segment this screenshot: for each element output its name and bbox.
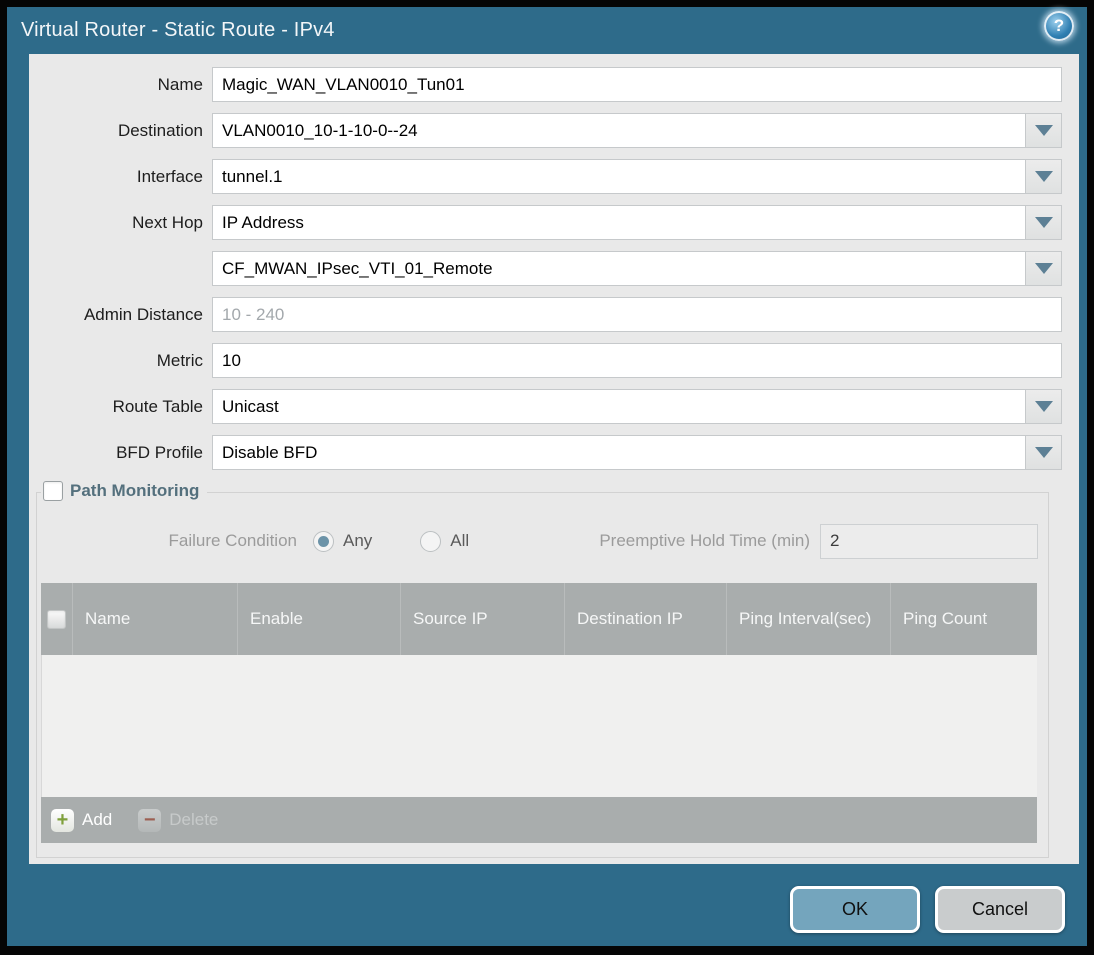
help-icon[interactable]: ? — [1044, 11, 1074, 41]
failure-condition-all-label: All — [450, 531, 470, 550]
metric-label: Metric — [156, 350, 203, 370]
form-row-route-table: Route Table — [29, 389, 1062, 424]
plus-icon: + — [51, 808, 74, 832]
column-header-name[interactable]: Name — [73, 583, 238, 655]
destination-label: Destination — [117, 120, 203, 140]
path-monitoring-section: Path Monitoring Failure Condition Any Al… — [36, 481, 1049, 858]
route-table-dropdown-button[interactable] — [1026, 389, 1062, 424]
chevron-down-icon — [1034, 125, 1053, 136]
admin-distance-input[interactable] — [212, 297, 1062, 332]
admin-distance-label: Admin Distance — [83, 304, 203, 324]
add-button[interactable]: + Add — [51, 808, 113, 832]
minus-icon: − — [138, 808, 162, 832]
form-row-next-hop-address — [29, 251, 1062, 286]
next-hop-address-input[interactable] — [212, 251, 1026, 286]
path-monitoring-options-row: Failure Condition Any All Preemptive Hol… — [37, 523, 1048, 559]
name-label: Name — [157, 74, 203, 94]
next-hop-address-dropdown-button[interactable] — [1026, 251, 1062, 286]
dialog-content: Name Destination Interface Next Hop — [29, 54, 1079, 864]
radio-selected-dot — [318, 535, 329, 547]
bfd-profile-dropdown-button[interactable] — [1026, 435, 1062, 470]
form-row-bfd-profile: BFD Profile — [29, 435, 1062, 470]
bfd-profile-label: BFD Profile — [116, 442, 203, 462]
path-monitoring-table: Name Enable Source IP Destination IP Pin… — [41, 583, 1037, 843]
dialog-window: Virtual Router - Static Route - IPv4 ? N… — [7, 7, 1087, 946]
table-toolbar: + Add − Delete — [41, 797, 1037, 843]
failure-condition-all-radio[interactable] — [420, 530, 442, 552]
path-monitoring-title: Path Monitoring — [70, 481, 200, 500]
dialog-title: Virtual Router - Static Route - IPv4 — [21, 19, 335, 41]
interface-input[interactable] — [212, 159, 1026, 194]
route-table-input[interactable] — [212, 389, 1026, 424]
path-monitoring-legend: Path Monitoring — [41, 481, 208, 501]
failure-condition-label: Failure Condition — [168, 531, 297, 550]
destination-input[interactable] — [212, 113, 1026, 148]
interface-label: Interface — [136, 166, 203, 186]
metric-input[interactable] — [212, 343, 1062, 378]
form-row-name: Name — [29, 67, 1062, 102]
table-body-empty — [41, 655, 1037, 797]
route-table-label: Route Table — [112, 396, 203, 416]
path-monitoring-checkbox[interactable] — [43, 481, 63, 501]
table-header-row: Name Enable Source IP Destination IP Pin… — [41, 583, 1037, 655]
table-header-checkbox-cell — [41, 583, 73, 655]
form-row-interface: Interface — [29, 159, 1062, 194]
column-header-ping-interval[interactable]: Ping Interval(sec) — [727, 583, 891, 655]
preemptive-hold-time-input[interactable] — [820, 523, 1038, 559]
chevron-down-icon — [1034, 217, 1053, 228]
delete-button[interactable]: − Delete — [138, 808, 219, 832]
form-row-next-hop: Next Hop — [29, 205, 1062, 240]
interface-dropdown-button[interactable] — [1026, 159, 1062, 194]
preemptive-hold-time-label: Preemptive Hold Time (min) — [599, 531, 810, 550]
dialog-footer: OK Cancel — [790, 886, 1065, 933]
chevron-down-icon — [1034, 447, 1053, 458]
form-row-metric: Metric — [29, 343, 1062, 378]
select-all-checkbox[interactable] — [47, 609, 66, 629]
failure-condition-any-radio[interactable] — [313, 530, 334, 552]
chevron-down-icon — [1034, 401, 1053, 412]
titlebar: Virtual Router - Static Route - IPv4 ? — [7, 7, 1087, 54]
bfd-profile-input[interactable] — [212, 435, 1026, 470]
column-header-source-ip[interactable]: Source IP — [401, 583, 565, 655]
failure-condition-any-label: Any — [343, 531, 373, 550]
cancel-button[interactable]: Cancel — [935, 886, 1065, 933]
destination-dropdown-button[interactable] — [1026, 113, 1062, 148]
ok-button[interactable]: OK — [790, 886, 920, 933]
chevron-down-icon — [1034, 263, 1053, 274]
column-header-ping-count[interactable]: Ping Count — [891, 583, 1037, 655]
form-row-destination: Destination — [29, 113, 1062, 148]
column-header-destination-ip[interactable]: Destination IP — [565, 583, 727, 655]
delete-button-label: Delete — [169, 810, 219, 829]
form-row-admin-distance: Admin Distance — [29, 297, 1062, 332]
next-hop-type-input[interactable] — [212, 205, 1026, 240]
column-header-enable[interactable]: Enable — [238, 583, 401, 655]
add-button-label: Add — [82, 810, 113, 829]
chevron-down-icon — [1034, 171, 1053, 182]
next-hop-label: Next Hop — [132, 212, 203, 232]
name-input[interactable] — [212, 67, 1062, 102]
next-hop-dropdown-button[interactable] — [1026, 205, 1062, 240]
